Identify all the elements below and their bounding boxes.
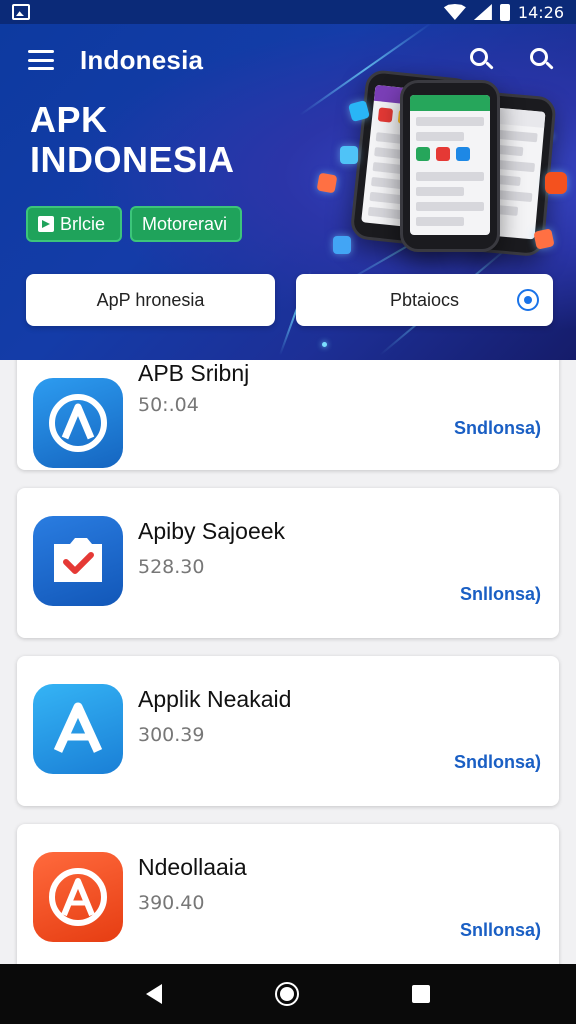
hero-line-2: INDONESIA	[30, 139, 235, 180]
floating-app-icon	[545, 172, 567, 194]
app-link[interactable]: Sndlonsa)	[454, 418, 541, 439]
play-store-icon	[38, 216, 54, 232]
home-icon[interactable]	[274, 982, 299, 1006]
floating-app-icon	[533, 228, 555, 250]
pill-button-apk-indonesia[interactable]: ApP hronesia	[26, 274, 275, 326]
screen: 14:26 Indonesia APK INDONESIA Brlcie Mot…	[0, 0, 576, 1024]
app-link[interactable]: Snllonsa)	[460, 920, 541, 941]
signal-icon	[473, 4, 492, 20]
battery-icon	[499, 3, 510, 21]
tag-label-1: Brlcie	[60, 213, 106, 234]
app-name: APB Sribnj	[138, 360, 250, 386]
system-nav-bar	[0, 964, 576, 1024]
wifi-icon	[443, 4, 466, 20]
status-bar: 14:26	[0, 0, 576, 24]
a-arrow-icon	[33, 378, 123, 468]
app-name: Ndeollaaia	[138, 854, 247, 880]
tag-button-2[interactable]: Motoreravi	[130, 206, 242, 242]
hero-line-1: APK	[30, 99, 108, 140]
a-circle-icon	[33, 852, 123, 942]
app-card-3[interactable]: Applik Neakaid 300.39 Sndlonsa)	[17, 656, 559, 806]
app-price: 528.30	[138, 556, 205, 578]
pill-label-1: ApP hronesia	[96, 289, 205, 310]
a-letter-icon	[33, 684, 123, 774]
app-title: Indonesia	[80, 44, 204, 75]
floating-app-icon	[340, 146, 358, 164]
tag-button-1[interactable]: Brlcie	[26, 206, 122, 242]
top-bar: Indonesia	[28, 42, 554, 78]
tag-label-2: Motoreravi	[142, 213, 228, 234]
floating-app-icon	[316, 172, 338, 194]
app-link[interactable]: Snllonsa)	[460, 584, 541, 605]
menu-icon[interactable]	[28, 50, 54, 70]
search-icon[interactable]	[470, 48, 494, 72]
search-icon-secondary[interactable]	[530, 48, 554, 72]
app-name: Apiby Sajoeek	[138, 518, 286, 544]
gallery-icon	[12, 4, 30, 20]
check-folder-icon	[33, 516, 123, 606]
app-price: 390.40	[138, 892, 205, 914]
app-card-2[interactable]: Apiby Sajoeek 528.30 Snllonsa)	[17, 488, 559, 638]
app-price: 300.39	[138, 724, 205, 746]
pill-button-platforms[interactable]: Pbtaiocs	[296, 274, 553, 326]
app-name: Applik Neakaid	[138, 686, 292, 712]
floating-app-icon	[333, 236, 351, 254]
status-icons: 14:26	[443, 2, 564, 22]
target-icon	[517, 289, 539, 311]
status-time: 14:26	[517, 2, 564, 22]
app-card-4[interactable]: Ndeollaaia 390.40 Snllonsa)	[17, 824, 559, 964]
header-banner: Indonesia APK INDONESIA Brlcie Motorerav…	[0, 24, 576, 360]
back-icon[interactable]	[146, 984, 163, 1004]
app-link[interactable]: Sndlonsa)	[454, 752, 541, 773]
hero-title: APK INDONESIA	[30, 100, 235, 180]
app-list: APB Sribnj 50:.04 Sndlonsa) Apiby Sajoee…	[0, 360, 576, 964]
phone-illustration-center	[400, 80, 500, 252]
recent-apps-icon[interactable]	[411, 985, 430, 1003]
app-card-1[interactable]: APB Sribnj 50:.04 Sndlonsa)	[17, 360, 559, 470]
pill-label-2: Pbtaiocs	[389, 289, 460, 310]
app-price: 50:.04	[138, 394, 199, 416]
